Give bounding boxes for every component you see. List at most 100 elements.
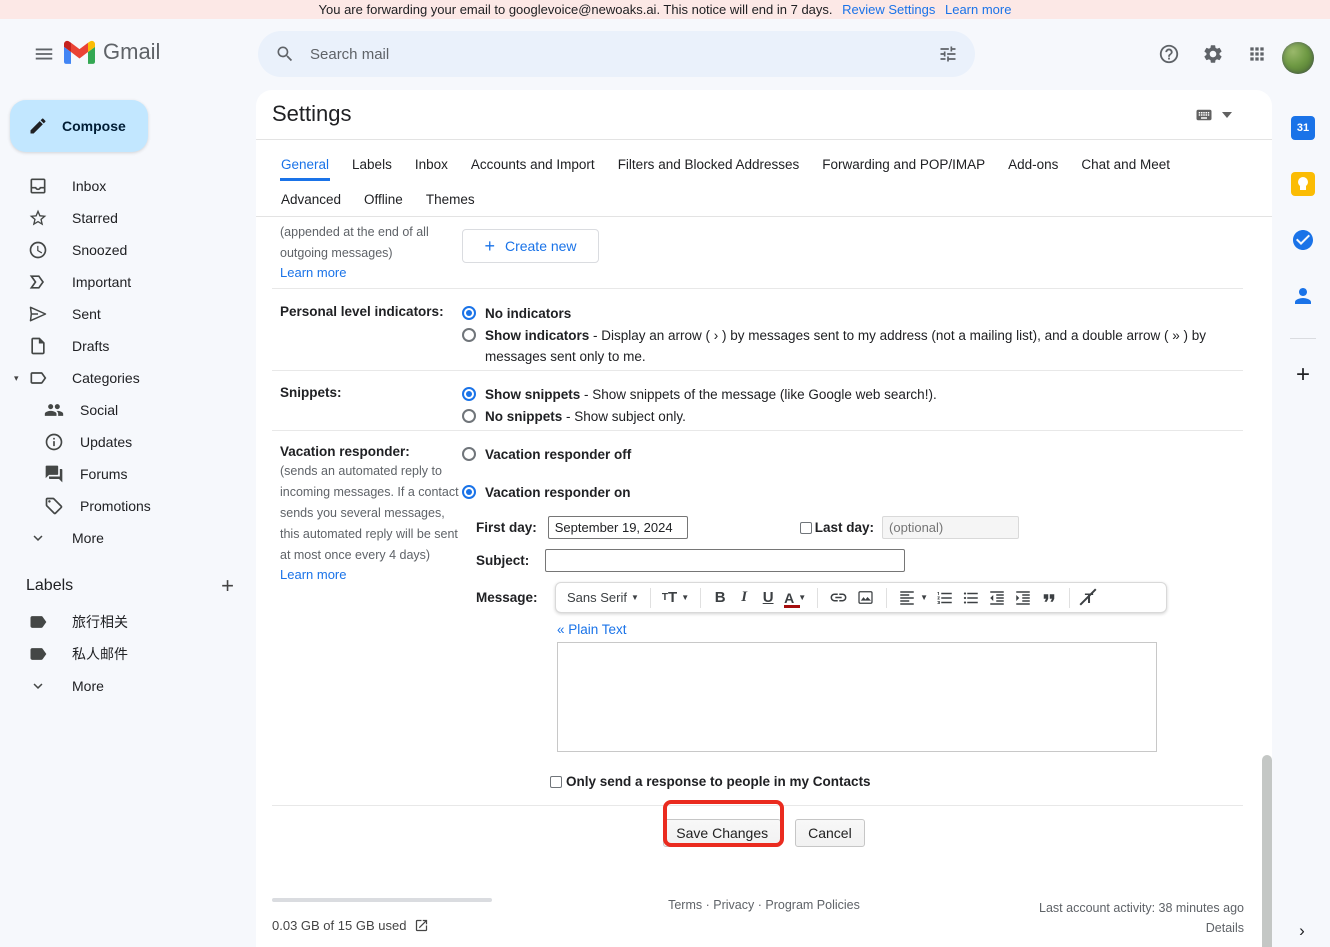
tab-chat-meet[interactable]: Chat and Meet <box>1080 147 1171 181</box>
font-size-button[interactable]: TT▼ <box>659 586 692 610</box>
input-tools-toggle[interactable] <box>1192 106 1232 124</box>
contacts-only-checkbox[interactable] <box>550 776 562 788</box>
link-button[interactable] <box>826 586 851 610</box>
remove-formatting-button[interactable]: T <box>1078 586 1100 610</box>
indent-button[interactable] <box>1011 586 1035 610</box>
radio-selected-icon[interactable] <box>462 387 476 401</box>
sidebar-item-important[interactable]: Important <box>0 266 256 298</box>
italic-button[interactable]: I <box>733 586 755 610</box>
tab-accounts-import[interactable]: Accounts and Import <box>470 147 596 181</box>
add-label-icon[interactable]: + <box>221 576 234 596</box>
underline-button[interactable]: U <box>757 586 779 610</box>
save-changes-button[interactable]: Save Changes <box>663 819 781 847</box>
tab-advanced[interactable]: Advanced <box>280 182 342 216</box>
signature-learn-more-link[interactable]: Learn more <box>280 265 346 280</box>
help-icon[interactable] <box>1149 34 1189 74</box>
banner-learn-more-link[interactable]: Learn more <box>945 2 1011 17</box>
tab-offline[interactable]: Offline <box>363 182 404 216</box>
tune-icon[interactable] <box>931 37 965 71</box>
radio-icon[interactable] <box>462 447 476 461</box>
text-color-button[interactable]: A▼ <box>781 586 809 610</box>
keep-icon[interactable] <box>1276 164 1330 204</box>
search-bar[interactable] <box>258 31 975 77</box>
sidebar-item-promotions[interactable]: Promotions <box>0 490 256 522</box>
subject-input[interactable] <box>545 549 905 572</box>
first-day-input[interactable] <box>548 516 688 539</box>
no-indicators-option[interactable]: No indicators <box>462 303 1243 324</box>
hamburger-menu-icon[interactable] <box>22 32 66 76</box>
option-description: - Show subject only. <box>562 409 686 424</box>
apps-grid-icon[interactable] <box>1237 34 1277 74</box>
details-link[interactable]: Details <box>1039 918 1244 938</box>
gmail-m-icon <box>64 40 95 64</box>
radio-icon[interactable] <box>462 328 476 342</box>
cancel-button[interactable]: Cancel <box>795 819 865 847</box>
plain-text-link[interactable]: « Plain Text <box>557 622 627 637</box>
sidebar-item-drafts[interactable]: Drafts <box>0 330 256 362</box>
last-day-checkbox[interactable] <box>800 522 812 534</box>
forwarding-notice-banner: You are forwarding your email to googlev… <box>0 0 1330 19</box>
outdent-button[interactable] <box>985 586 1009 610</box>
sidebar-item-social[interactable]: Social <box>0 394 256 426</box>
contacts-icon[interactable] <box>1276 276 1330 316</box>
radio-selected-icon[interactable] <box>462 485 476 499</box>
vacation-off-option[interactable]: Vacation responder off <box>462 444 1243 474</box>
sidebar-item-label: Inbox <box>72 178 106 194</box>
program-policies-link[interactable]: Program Policies <box>765 898 859 912</box>
tab-themes[interactable]: Themes <box>425 182 476 216</box>
quote-button[interactable] <box>1037 586 1061 610</box>
avatar[interactable] <box>1282 42 1314 74</box>
collapse-triangle-icon[interactable]: ▾ <box>14 373 19 384</box>
sidebar-item-forums[interactable]: Forums <box>0 458 256 490</box>
search-input[interactable] <box>310 46 931 63</box>
bold-button[interactable]: B <box>709 586 731 610</box>
sidebar-item-inbox[interactable]: Inbox <box>0 170 256 202</box>
sidebar-label-travel[interactable]: 旅行相关 <box>0 606 256 638</box>
vacation-learn-more-link[interactable]: Learn more <box>280 567 346 582</box>
show-indicators-option[interactable]: Show indicators - Display an arrow ( › )… <box>462 325 1243 367</box>
sidebar-item-more[interactable]: More <box>0 522 256 554</box>
collapse-chevron-icon[interactable]: › <box>1290 919 1314 943</box>
search-icon[interactable] <box>268 37 302 71</box>
font-family-select[interactable]: Sans Serif▼ <box>564 586 642 610</box>
align-button[interactable]: ▼ <box>895 586 931 610</box>
vacation-message-textarea[interactable] <box>557 642 1157 752</box>
vertical-scrollbar[interactable] <box>1262 755 1272 947</box>
ordered-list-button[interactable] <box>933 586 957 610</box>
tab-addons[interactable]: Add-ons <box>1007 147 1059 181</box>
sidebar-item-categories[interactable]: ▾ Categories <box>0 362 256 394</box>
gear-icon[interactable] <box>1193 34 1233 74</box>
calendar-icon[interactable]: 31 <box>1276 108 1330 148</box>
sidebar-labels-more[interactable]: More <box>0 670 256 702</box>
bullet-list-button[interactable] <box>959 586 983 610</box>
privacy-link[interactable]: Privacy <box>713 898 754 912</box>
create-signature-button[interactable]: + Create new <box>462 229 599 263</box>
vacation-on-option[interactable]: Vacation responder on <box>462 482 1243 503</box>
contacts-only-option[interactable]: Only send a response to people in my Con… <box>550 774 1243 789</box>
tasks-icon[interactable] <box>1276 220 1330 260</box>
page-title: Settings <box>272 101 352 127</box>
image-button[interactable] <box>853 586 878 610</box>
tab-forwarding-pop-imap[interactable]: Forwarding and POP/IMAP <box>821 147 986 181</box>
gmail-logo[interactable]: Gmail <box>64 39 160 65</box>
sidebar-item-snoozed[interactable]: Snoozed <box>0 234 256 266</box>
option-description: - Display an arrow ( › ) by messages sen… <box>485 328 1206 364</box>
compose-button[interactable]: Compose <box>10 100 148 152</box>
sidebar-item-updates[interactable]: Updates <box>0 426 256 458</box>
show-snippets-option[interactable]: Show snippets - Show snippets of the mes… <box>462 384 1243 405</box>
last-day-input[interactable] <box>882 516 1019 539</box>
tab-inbox[interactable]: Inbox <box>414 147 449 181</box>
sidebar-item-starred[interactable]: Starred <box>0 202 256 234</box>
review-settings-link[interactable]: Review Settings <box>842 2 935 17</box>
tab-general[interactable]: General <box>280 147 330 181</box>
tab-labels[interactable]: Labels <box>351 147 393 181</box>
terms-link[interactable]: Terms <box>668 898 702 912</box>
sidebar-item-sent[interactable]: Sent <box>0 298 256 330</box>
radio-icon[interactable] <box>462 409 476 423</box>
open-in-new-icon[interactable] <box>414 918 429 933</box>
sidebar-label-private[interactable]: 私人邮件 <box>0 638 256 670</box>
add-icon[interactable]: + <box>1276 355 1330 395</box>
tab-filters-blocked[interactable]: Filters and Blocked Addresses <box>617 147 801 181</box>
no-snippets-option[interactable]: No snippets - Show subject only. <box>462 406 1243 427</box>
radio-selected-icon[interactable] <box>462 306 476 320</box>
